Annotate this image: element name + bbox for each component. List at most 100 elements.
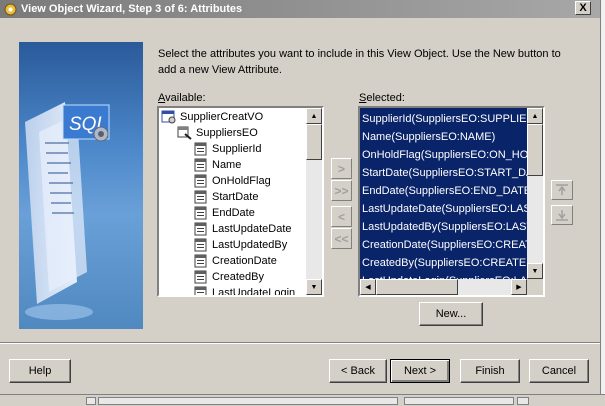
attribute-icon: [193, 254, 209, 268]
title-bar: View Object Wizard, Step 3 of 6: Attribu…: [0, 0, 605, 18]
scroll-up-icon[interactable]: ▲: [306, 108, 322, 124]
scroll-right-icon[interactable]: ▶: [511, 279, 527, 295]
attribute-icon: [193, 158, 209, 172]
scroll-up-icon[interactable]: ▲: [527, 108, 543, 124]
move-top-icon: [556, 184, 568, 195]
available-label-text: vailable:: [165, 92, 206, 104]
window-title: View Object Wizard, Step 3 of 6: Attribu…: [21, 3, 243, 15]
chevron-right-icon: >: [337, 161, 345, 176]
available-label: Available:: [158, 92, 206, 104]
tree-node-label: CreationDate: [212, 255, 277, 267]
back-button[interactable]: < Back: [329, 359, 387, 383]
double-chevron-left-icon: <<: [334, 231, 349, 246]
double-chevron-right-icon: >>: [334, 183, 349, 198]
next-button-label: Next >: [403, 365, 437, 377]
window-right-edge: [600, 0, 605, 406]
tree-node-attribute[interactable]: Name: [193, 157, 241, 173]
scroll-left-icon[interactable]: ◀: [360, 279, 376, 295]
tree-node-attribute[interactable]: SupplierId: [193, 141, 262, 157]
available-vertical-scrollbar[interactable]: ▲ ▼: [306, 108, 322, 295]
cancel-button[interactable]: Cancel: [529, 359, 589, 383]
selected-label: Selected:: [359, 92, 405, 104]
tree-node-attribute[interactable]: LastUpdatedBy: [193, 237, 287, 253]
selected-list-item[interactable]: EndDate(SuppliersEO:END_DATE): [362, 182, 535, 200]
tree-node-attribute[interactable]: EndDate: [193, 205, 255, 221]
tree-node-root[interactable]: SupplierCreatVO: [161, 109, 263, 125]
selected-horizontal-scrollbar[interactable]: ◀ ▶: [360, 279, 527, 295]
tree-node-label: CreatedBy: [212, 271, 264, 283]
scroll-thumb[interactable]: [527, 124, 543, 176]
footer-separator: [0, 342, 600, 344]
selected-list-item[interactable]: OnHoldFlag(SuppliersEO:ON_HOLD: [362, 146, 542, 164]
new-attribute-button[interactable]: New...: [419, 302, 483, 326]
close-button[interactable]: X: [575, 1, 591, 15]
tree-node-label: SupplierCreatVO: [180, 111, 264, 123]
tree-node-attribute[interactable]: StartDate: [193, 189, 258, 205]
cancel-button-label: Cancel: [541, 365, 577, 377]
view-object-icon: [161, 110, 177, 124]
move-down-button[interactable]: [551, 205, 573, 225]
window-bottom-edge: [0, 394, 605, 406]
tree-node-label: EndDate: [212, 207, 255, 219]
selected-list-item[interactable]: CreatedBy(SuppliersEO:CREATED_: [362, 254, 540, 272]
tree-node-label: LastUpdateLogin: [212, 287, 296, 297]
edge-segment: [98, 397, 398, 405]
move-up-button[interactable]: [551, 180, 573, 200]
help-button[interactable]: Help: [9, 359, 71, 383]
selected-label-text: elected:: [366, 92, 405, 104]
next-button[interactable]: Next >: [390, 359, 450, 383]
chevron-left-icon: <: [337, 209, 345, 224]
move-all-left-button[interactable]: <<: [331, 228, 352, 249]
selected-list-item[interactable]: LastUpdateDate(SuppliersEO:LAST: [362, 200, 537, 218]
tree-node-attribute[interactable]: CreatedBy: [193, 269, 264, 285]
scroll-down-icon[interactable]: ▼: [527, 263, 543, 279]
entity-object-icon: [177, 126, 193, 140]
edge-segment: [404, 397, 514, 405]
selected-list-item[interactable]: LastUpdatedBy(SuppliersEO:LAST: [362, 218, 533, 236]
tree-node-attribute[interactable]: CreationDate: [193, 253, 277, 269]
selected-vertical-scrollbar[interactable]: ▲ ▼: [527, 108, 543, 279]
move-left-button[interactable]: <: [331, 206, 352, 227]
selected-list-item[interactable]: Name(SuppliersEO:NAME): [362, 128, 495, 146]
move-right-button[interactable]: >: [331, 158, 352, 179]
attribute-icon: [193, 270, 209, 284]
attribute-icon: [193, 190, 209, 204]
app-icon: [3, 2, 17, 16]
selected-list-item[interactable]: SupplierId(SuppliersEO:SUPPLIER_: [362, 110, 541, 128]
selected-list[interactable]: SupplierId(SuppliersEO:SUPPLIER_ Name(Sup…: [358, 106, 545, 297]
scroll-down-icon[interactable]: ▼: [306, 279, 322, 295]
edge-segment: [86, 397, 96, 405]
help-button-label: Help: [28, 365, 52, 377]
finish-button[interactable]: Finish: [460, 359, 520, 383]
attribute-icon: [193, 206, 209, 220]
selected-list-item[interactable]: StartDate(SuppliersEO:START_DA: [362, 164, 533, 182]
edge-segment: [517, 397, 529, 405]
tree-node-entity[interactable]: SuppliersEO: [177, 125, 258, 141]
tree-node-attribute[interactable]: OnHoldFlag: [193, 173, 271, 189]
new-button-label: New...: [435, 308, 467, 320]
attribute-icon: [193, 142, 209, 156]
available-tree[interactable]: SupplierCreatVO SuppliersEO SupplierId Na…: [157, 106, 324, 297]
tree-node-label: StartDate: [212, 191, 259, 203]
instruction-text: Select the attributes you want to includ…: [158, 48, 561, 76]
selected-list-item[interactable]: CreationDate(SuppliersEO:CREATIO: [362, 236, 543, 254]
scroll-thumb[interactable]: [376, 279, 458, 295]
tree-node-attribute[interactable]: LastUpdateLogin: [193, 285, 296, 297]
move-all-right-button[interactable]: >>: [331, 180, 352, 201]
tree-node-label: SuppliersEO: [196, 127, 258, 139]
finish-button-label: Finish: [475, 365, 505, 377]
tree-node-label: SupplierId: [212, 143, 262, 155]
attribute-icon: [193, 238, 209, 252]
attribute-icon: [193, 286, 209, 295]
scroll-thumb[interactable]: [306, 124, 322, 160]
tree-node-attribute[interactable]: LastUpdateDate: [193, 221, 292, 237]
tree-node-label: LastUpdatedBy: [212, 239, 288, 251]
tree-node-label: OnHoldFlag: [212, 175, 271, 187]
attribute-icon: [193, 174, 209, 188]
wizard-banner-image: SQL: [19, 42, 143, 329]
close-icon: X: [579, 1, 587, 14]
tree-node-label: Name: [212, 159, 242, 171]
tree-node-label: LastUpdateDate: [212, 223, 292, 235]
back-button-label: < Back: [341, 365, 375, 377]
move-bottom-icon: [556, 210, 568, 221]
